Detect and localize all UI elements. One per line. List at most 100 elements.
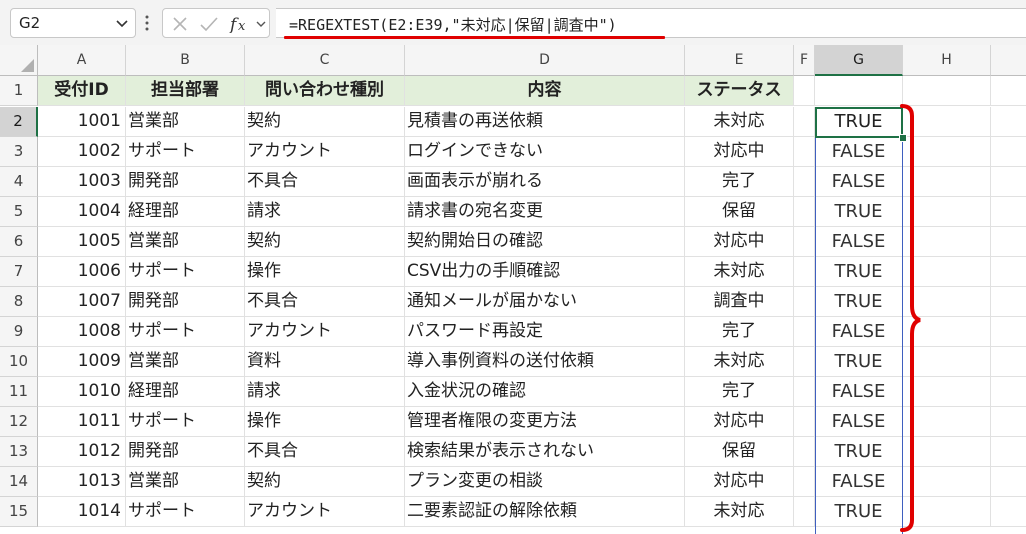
cell-status[interactable]: 対応中 xyxy=(685,227,794,257)
column-header-d[interactable]: D xyxy=(405,45,685,76)
cell-id[interactable]: 1001 xyxy=(38,107,126,137)
cell-empty[interactable] xyxy=(991,497,1026,527)
cell-id[interactable]: 1014 xyxy=(38,497,126,527)
cell-empty[interactable] xyxy=(794,407,815,437)
cell-content[interactable]: 二要素認証の解除依頼 xyxy=(405,497,685,527)
cell-content[interactable]: 画面表示が崩れる xyxy=(405,167,685,197)
cell-empty[interactable] xyxy=(991,197,1026,227)
cell-status[interactable]: 対応中 xyxy=(685,137,794,167)
cell-id[interactable]: 1003 xyxy=(38,167,126,197)
cell-i1[interactable] xyxy=(991,76,1026,106)
cell-status[interactable]: 対応中 xyxy=(685,467,794,497)
cell-empty[interactable] xyxy=(794,227,815,257)
header-cell-id[interactable]: 受付ID xyxy=(38,76,126,106)
cell-dept[interactable]: 営業部 xyxy=(126,467,245,497)
function-icon[interactable]: fx xyxy=(229,15,251,33)
cell-id[interactable]: 1009 xyxy=(38,347,126,377)
cell-result[interactable]: TRUE xyxy=(815,437,903,467)
cell-type[interactable]: アカウント xyxy=(245,497,405,527)
cell-type[interactable]: 請求 xyxy=(245,377,405,407)
cell-content[interactable]: 導入事例資料の送付依頼 xyxy=(405,347,685,377)
cell-type[interactable]: 不具合 xyxy=(245,167,405,197)
cell-type[interactable]: 不具合 xyxy=(245,287,405,317)
chevron-down-icon[interactable] xyxy=(255,15,267,33)
cell-empty[interactable] xyxy=(794,167,815,197)
cell-dept[interactable]: 経理部 xyxy=(126,377,245,407)
column-header-i[interactable] xyxy=(991,45,1026,76)
cell-status[interactable]: 完了 xyxy=(685,377,794,407)
select-all-corner[interactable] xyxy=(0,45,38,76)
cell-empty[interactable] xyxy=(991,317,1026,347)
cell-empty[interactable] xyxy=(794,317,815,347)
row-header[interactable]: 11 xyxy=(0,377,38,407)
cell-empty[interactable] xyxy=(991,437,1026,467)
cell-type[interactable]: アカウント xyxy=(245,317,405,347)
cell-g1[interactable] xyxy=(815,76,903,106)
cell-content[interactable]: プラン変更の相談 xyxy=(405,467,685,497)
column-header-h[interactable]: H xyxy=(903,45,991,76)
cell-dept[interactable]: 営業部 xyxy=(126,347,245,377)
column-header-a[interactable]: A xyxy=(38,45,126,76)
cell-result[interactable]: FALSE xyxy=(815,407,903,437)
cell-status[interactable]: 未対応 xyxy=(685,497,794,527)
cell-result[interactable]: TRUE xyxy=(815,347,903,377)
row-header[interactable]: 10 xyxy=(0,347,38,377)
cell-id[interactable]: 1012 xyxy=(38,437,126,467)
cell-result[interactable]: FALSE xyxy=(815,467,903,497)
cell-empty[interactable] xyxy=(794,377,815,407)
cell-status[interactable]: 対応中 xyxy=(685,407,794,437)
cell-status[interactable]: 保留 xyxy=(685,437,794,467)
cell-type[interactable]: 契約 xyxy=(245,107,405,137)
cell-type[interactable]: 操作 xyxy=(245,407,405,437)
cell-dept[interactable]: 営業部 xyxy=(126,227,245,257)
cell-status[interactable]: 完了 xyxy=(685,317,794,347)
cell-empty[interactable] xyxy=(794,497,815,527)
cell-id[interactable]: 1007 xyxy=(38,287,126,317)
cell-status[interactable]: 未対応 xyxy=(685,107,794,137)
cell-result[interactable]: FALSE xyxy=(815,137,903,167)
cell-content[interactable]: 検索結果が表示されない xyxy=(405,437,685,467)
cell-id[interactable]: 1008 xyxy=(38,317,126,347)
cell-id[interactable]: 1004 xyxy=(38,197,126,227)
row-header[interactable]: 15 xyxy=(0,497,38,527)
cell-dept[interactable]: サポート xyxy=(126,257,245,287)
cancel-icon[interactable] xyxy=(171,15,189,33)
cell-content[interactable]: CSV出力の手順確認 xyxy=(405,257,685,287)
row-header[interactable]: 14 xyxy=(0,467,38,497)
cell-result[interactable]: FALSE xyxy=(815,167,903,197)
chevron-down-icon[interactable] xyxy=(115,15,129,31)
cell-empty[interactable] xyxy=(794,107,815,137)
column-header-b[interactable]: B xyxy=(126,45,245,76)
cell-empty[interactable] xyxy=(991,407,1026,437)
cell-empty[interactable] xyxy=(991,107,1026,137)
cell-content[interactable]: 通知メールが届かない xyxy=(405,287,685,317)
cell-content[interactable]: 見積書の再送依頼 xyxy=(405,107,685,137)
cell-dept[interactable]: サポート xyxy=(126,497,245,527)
row-header[interactable]: 3 xyxy=(0,137,38,167)
cell-result[interactable]: FALSE xyxy=(815,227,903,257)
cell-type[interactable]: 契約 xyxy=(245,227,405,257)
cell-dept[interactable]: 経理部 xyxy=(126,197,245,227)
cell-dept[interactable]: 営業部 xyxy=(126,107,245,137)
cell-empty[interactable] xyxy=(794,197,815,227)
cell-dept[interactable]: 開発部 xyxy=(126,287,245,317)
cell-empty[interactable] xyxy=(794,347,815,377)
row-header[interactable]: 9 xyxy=(0,317,38,347)
cell-result[interactable]: TRUE xyxy=(815,257,903,287)
cell-content[interactable]: パスワード再設定 xyxy=(405,317,685,347)
cell-content[interactable]: 管理者権限の変更方法 xyxy=(405,407,685,437)
header-cell-status[interactable]: ステータス xyxy=(685,76,794,106)
cell-result[interactable]: TRUE xyxy=(815,287,903,317)
enter-icon[interactable] xyxy=(199,15,219,33)
cell-empty[interactable] xyxy=(991,287,1026,317)
cell-dept[interactable]: 開発部 xyxy=(126,437,245,467)
row-header[interactable]: 4 xyxy=(0,167,38,197)
row-header[interactable]: 5 xyxy=(0,197,38,227)
cell-dept[interactable]: サポート xyxy=(126,407,245,437)
column-header-e[interactable]: E xyxy=(685,45,794,76)
cell-status[interactable]: 未対応 xyxy=(685,347,794,377)
cell-dept[interactable]: 開発部 xyxy=(126,167,245,197)
row-header[interactable]: 8 xyxy=(0,287,38,317)
cell-content[interactable]: 入金状況の確認 xyxy=(405,377,685,407)
cell-dept[interactable]: サポート xyxy=(126,317,245,347)
